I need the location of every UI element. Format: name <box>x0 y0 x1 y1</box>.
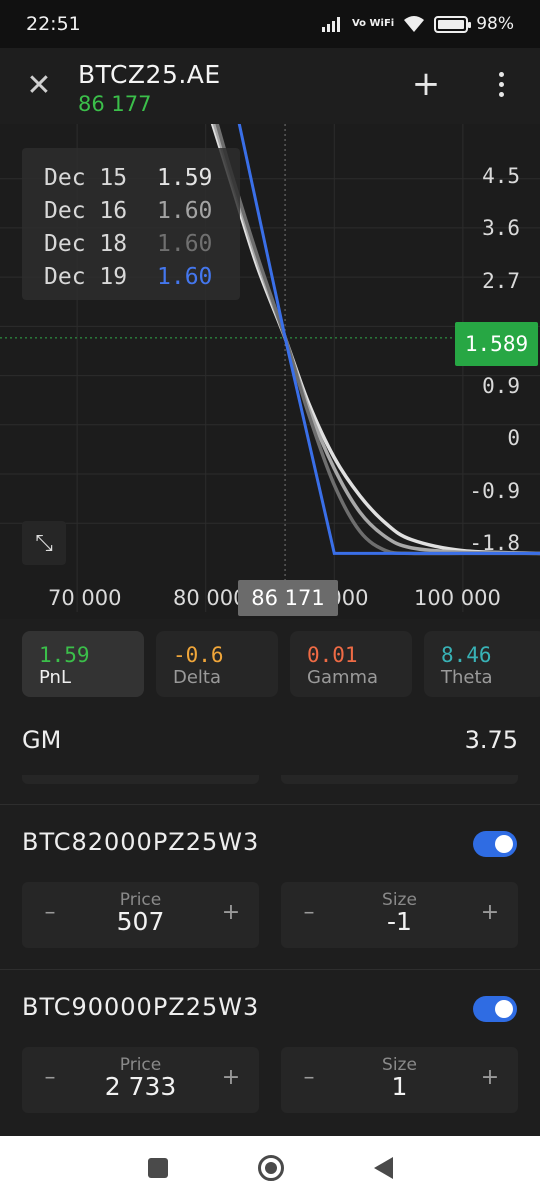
crosshair-x-label: 86 171 <box>238 580 338 616</box>
greek-tab-pnl[interactable]: 1.59 PnL <box>22 631 144 697</box>
greeks-selector: 1.59 PnL -0.6 Delta 0.01 Gamma 8.46 Thet… <box>22 631 540 697</box>
tooltip-value: 1.59 <box>157 165 213 191</box>
tooltip-value: 1.60 <box>157 198 213 224</box>
tooltip-value: 1.60 <box>157 231 213 257</box>
price-stepper: – Price 2 733 + <box>22 1047 259 1113</box>
x-tick-label: 80 000 <box>173 586 247 610</box>
x-tick-label: 100 000 <box>414 586 501 610</box>
divider <box>0 969 540 970</box>
y-tick-label: 4.5 <box>482 164 520 188</box>
tooltip-date: Dec 18 <box>44 231 128 257</box>
y-tick-label: 0 <box>507 426 520 450</box>
payoff-chart[interactable]: Dec 15 1.59 Dec 16 1.60 Dec 18 1.60 Dec 19 1… <box>0 124 540 619</box>
tooltip-date: Dec 19 <box>44 264 128 290</box>
home-icon[interactable] <box>257 1155 284 1181</box>
greek-tab-gamma[interactable]: 0.01 Gamma <box>290 631 412 697</box>
increment-button[interactable]: + <box>478 900 502 925</box>
leg-name: BTC90000PZ25W3 <box>22 993 260 1021</box>
leg-toggle[interactable] <box>473 831 517 857</box>
close-icon[interactable]: ✕ <box>22 68 56 103</box>
status-time: 22:51 <box>26 13 81 35</box>
greek-value: 0.01 <box>307 643 358 667</box>
y-tick-label: 2.7 <box>482 269 520 293</box>
y-tick-label: -0.9 <box>469 479 520 503</box>
battery-icon <box>434 15 472 33</box>
price-stepper: – Price 507 + <box>22 882 259 948</box>
gm-label: GM <box>22 726 62 754</box>
tooltip-row: Dec 16 1.60 <box>44 195 240 228</box>
leg-name: BTC82000PZ25W3 <box>22 828 260 856</box>
size-stepper: – Size 1 + <box>281 1047 518 1113</box>
tooltip-date: Dec 15 <box>44 165 128 191</box>
add-icon[interactable]: + <box>408 64 444 104</box>
increment-button[interactable]: + <box>219 900 243 925</box>
stepper-stub <box>22 775 259 784</box>
gm-value: 3.75 <box>464 726 518 754</box>
wifi-icon <box>404 16 425 32</box>
increment-button[interactable]: + <box>478 1065 502 1090</box>
greek-label: Gamma <box>307 667 379 688</box>
status-bar: 22:51 Vo WiFi 98% <box>0 0 540 48</box>
recents-icon[interactable] <box>147 1158 168 1178</box>
underlying-price: 86 177 <box>78 92 152 116</box>
crosshair-y-label: 1.589 <box>455 322 538 366</box>
page-title: BTCZ25.AE <box>78 60 221 89</box>
greek-value: 1.59 <box>39 643 90 667</box>
tooltip-row: Dec 15 1.59 <box>44 162 240 195</box>
stepper-stub <box>281 775 518 784</box>
x-tick-label: 70 000 <box>48 586 122 610</box>
tooltip-date: Dec 16 <box>44 198 128 224</box>
y-tick-label: 3.6 <box>482 216 520 240</box>
battery-percent: 98% <box>476 14 514 34</box>
size-stepper: – Size -1 + <box>281 882 518 948</box>
increment-button[interactable]: + <box>219 1065 243 1090</box>
y-tick-label: 0.9 <box>482 374 520 398</box>
expand-icon[interactable]: ⤡ <box>22 521 66 565</box>
more-options-icon[interactable] <box>486 64 516 104</box>
tooltip-row: Dec 19 1.60 <box>44 261 240 294</box>
tooltip-value: 1.60 <box>157 264 213 290</box>
gm-row: GM 3.75 <box>22 718 518 762</box>
greek-value: 8.46 <box>441 643 492 667</box>
signal-icon <box>321 17 340 32</box>
greek-label: Delta <box>173 667 222 688</box>
chart-tooltip: Dec 15 1.59 Dec 16 1.60 Dec 18 1.60 Dec 19 1… <box>22 148 240 300</box>
tooltip-row: Dec 18 1.60 <box>44 228 240 261</box>
divider <box>0 804 540 805</box>
greek-label: PnL <box>39 667 71 688</box>
vowifi-icon: Vo WiFi <box>351 18 395 29</box>
header: ✕ BTCZ25.AE 86 177 + <box>0 48 540 124</box>
status-icons: Vo WiFi 98% <box>321 14 514 34</box>
greek-value: -0.6 <box>173 643 224 667</box>
y-tick-label: -1.8 <box>469 531 520 555</box>
greek-tab-delta[interactable]: -0.6 Delta <box>156 631 278 697</box>
greek-tab-theta[interactable]: 8.46 Theta <box>424 631 540 697</box>
greek-label: Theta <box>441 667 493 688</box>
back-icon[interactable] <box>373 1157 393 1179</box>
system-nav-bar <box>0 1136 540 1200</box>
leg-toggle[interactable] <box>473 996 517 1022</box>
